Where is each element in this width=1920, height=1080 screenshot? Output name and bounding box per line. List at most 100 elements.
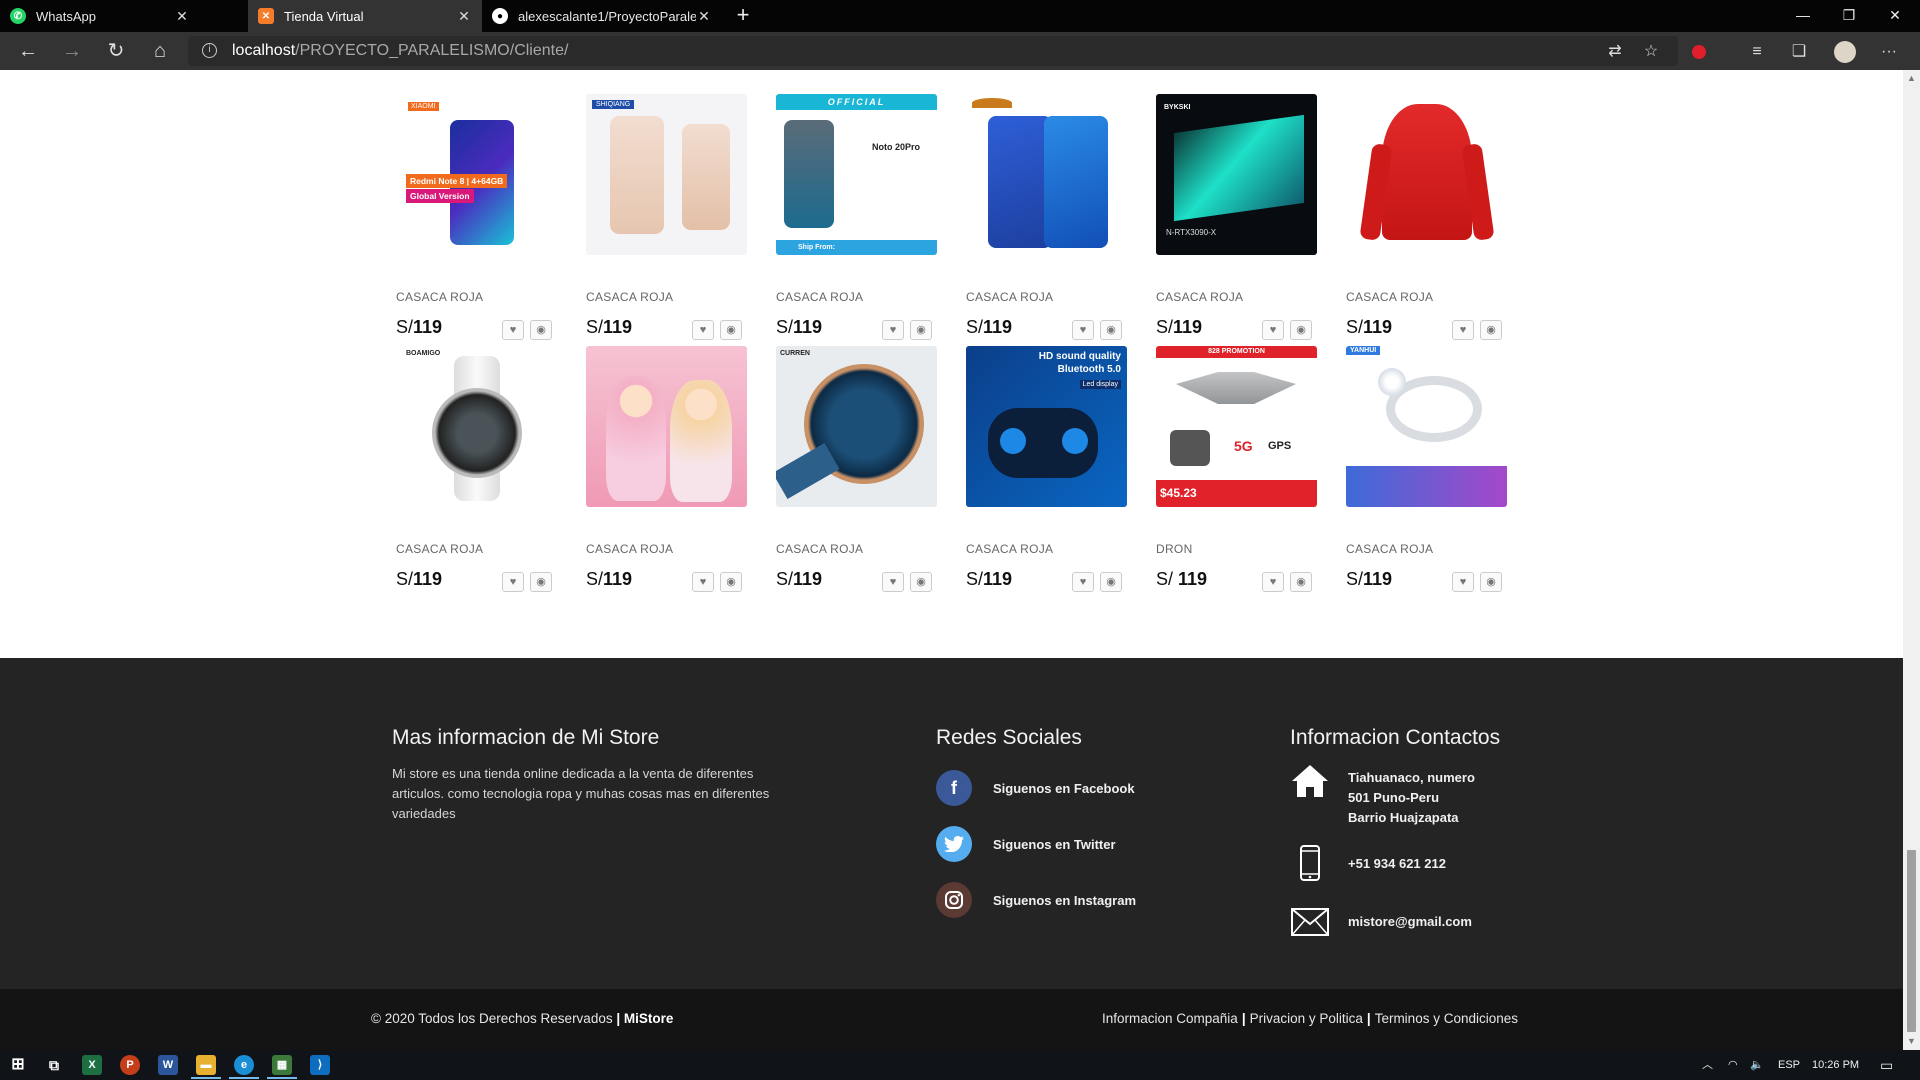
- product-name[interactable]: DRON: [1156, 542, 1193, 556]
- tray-chevron-icon[interactable]: ︿: [1702, 1050, 1713, 1080]
- close-icon[interactable]: ✕: [174, 8, 190, 25]
- task-view-icon[interactable]: ⧉: [44, 1055, 64, 1075]
- product-image[interactable]: CURREN: [776, 346, 937, 507]
- close-icon[interactable]: ✕: [696, 8, 712, 25]
- heart-icon[interactable]: ♥: [692, 572, 714, 592]
- link-informacion-compania[interactable]: Informacion Compañia: [1102, 1011, 1238, 1026]
- product-image[interactable]: [586, 346, 747, 507]
- more-menu-icon[interactable]: ···: [1878, 41, 1900, 63]
- product-name[interactable]: CASACA ROJA: [1346, 542, 1433, 556]
- eye-icon[interactable]: ◉: [720, 320, 742, 340]
- product-card[interactable]: BOAMIGO CASACA ROJA S/119 ♥ ◉: [390, 346, 560, 592]
- product-card[interactable]: BYKSKI N-RTX3090-X CASACA ROJA S/119 ♥ ◉: [1150, 94, 1320, 340]
- restore-button[interactable]: ❐: [1826, 0, 1872, 32]
- product-card[interactable]: CASACA ROJA S/119 ♥ ◉: [1340, 94, 1510, 340]
- eye-icon[interactable]: ◉: [910, 320, 932, 340]
- email-address[interactable]: mistore@gmail.com: [1348, 912, 1472, 932]
- word-icon[interactable]: W: [158, 1055, 178, 1075]
- product-image[interactable]: YANHUI: [1346, 346, 1507, 507]
- product-name[interactable]: CASACA ROJA: [586, 290, 673, 304]
- link-privacion-politica[interactable]: Privacion y Politica: [1250, 1011, 1363, 1026]
- tab-whatsapp[interactable]: ✆ WhatsApp ✕: [0, 0, 200, 32]
- close-icon[interactable]: ✕: [456, 8, 472, 25]
- product-card[interactable]: CASACA ROJA S/119 ♥ ◉: [580, 346, 750, 592]
- product-name[interactable]: CASACA ROJA: [966, 290, 1053, 304]
- notifications-icon[interactable]: ▭: [1880, 1050, 1893, 1080]
- eye-icon[interactable]: ◉: [720, 572, 742, 592]
- link-terminos-condiciones[interactable]: Terminos y Condiciones: [1375, 1011, 1518, 1026]
- product-card[interactable]: XIAOMI Redmi Note 8 | 4+64GB Global Vers…: [390, 94, 560, 340]
- heart-icon[interactable]: ♥: [502, 320, 524, 340]
- eye-icon[interactable]: ◉: [1480, 572, 1502, 592]
- social-instagram[interactable]: Siguenos en Instagram: [936, 881, 1136, 919]
- excel-icon[interactable]: X: [82, 1055, 102, 1075]
- product-image[interactable]: [1346, 94, 1507, 255]
- app-icon[interactable]: ▦: [272, 1055, 292, 1075]
- heart-icon[interactable]: ♥: [1262, 572, 1284, 592]
- product-name[interactable]: CASACA ROJA: [1346, 290, 1433, 304]
- heart-icon[interactable]: ♥: [1072, 320, 1094, 340]
- new-tab-button[interactable]: +: [730, 3, 756, 29]
- heart-icon[interactable]: ♥: [1262, 320, 1284, 340]
- heart-icon[interactable]: ♥: [1072, 572, 1094, 592]
- product-name[interactable]: CASACA ROJA: [396, 542, 483, 556]
- volume-icon[interactable]: 🔈: [1750, 1050, 1764, 1080]
- back-icon[interactable]: ←: [14, 37, 42, 65]
- site-info-icon[interactable]: i: [202, 43, 217, 58]
- eye-icon[interactable]: ◉: [910, 572, 932, 592]
- translate-icon[interactable]: ⇄: [1604, 41, 1626, 63]
- social-facebook[interactable]: f Siguenos en Facebook: [936, 769, 1135, 807]
- product-image[interactable]: OFFICIAL Noto 20Pro Ship From:: [776, 94, 937, 255]
- tab-tienda-virtual[interactable]: ✕ Tienda Virtual ✕: [248, 0, 482, 32]
- eye-icon[interactable]: ◉: [1290, 572, 1312, 592]
- social-twitter[interactable]: Siguenos en Twitter: [936, 825, 1116, 863]
- product-image[interactable]: XIAOMI Redmi Note 8 | 4+64GB Global Vers…: [396, 94, 557, 255]
- heart-icon[interactable]: ♥: [502, 572, 524, 592]
- product-image[interactable]: SHIQIANG: [586, 94, 747, 255]
- favorites-list-icon[interactable]: ≡: [1746, 41, 1768, 63]
- page-scrollbar[interactable]: ▲ ▼: [1903, 70, 1920, 1050]
- wifi-icon[interactable]: ◠: [1728, 1050, 1738, 1080]
- refresh-icon[interactable]: ↻: [102, 37, 130, 65]
- forward-icon[interactable]: →: [58, 37, 86, 65]
- tab-github[interactable]: ● alexescalante1/ProyectoParalelismo ✕: [482, 0, 722, 32]
- language-indicator[interactable]: ESP: [1778, 1050, 1800, 1080]
- product-name[interactable]: CASACA ROJA: [966, 542, 1053, 556]
- product-image[interactable]: [966, 94, 1127, 255]
- profile-avatar[interactable]: [1834, 41, 1856, 63]
- close-window-button[interactable]: ✕: [1872, 0, 1918, 32]
- home-icon[interactable]: ⌂: [146, 37, 174, 65]
- product-name[interactable]: CASACA ROJA: [586, 542, 673, 556]
- eye-icon[interactable]: ◉: [1290, 320, 1312, 340]
- product-name[interactable]: CASACA ROJA: [1156, 290, 1243, 304]
- product-card[interactable]: YANHUI CASACA ROJA S/119 ♥ ◉: [1340, 346, 1510, 592]
- clock[interactable]: 10:26 PM: [1812, 1050, 1859, 1080]
- heart-icon[interactable]: ♥: [692, 320, 714, 340]
- extension-icon[interactable]: [1688, 41, 1710, 63]
- product-image[interactable]: BYKSKI N-RTX3090-X: [1156, 94, 1317, 255]
- file-explorer-icon[interactable]: ▬: [196, 1055, 216, 1075]
- scroll-down-icon[interactable]: ▼: [1903, 1033, 1920, 1050]
- product-name[interactable]: CASACA ROJA: [396, 290, 483, 304]
- product-card[interactable]: SHIQIANG CASACA ROJA S/119 ♥ ◉: [580, 94, 750, 340]
- eye-icon[interactable]: ◉: [530, 572, 552, 592]
- eye-icon[interactable]: ◉: [1100, 572, 1122, 592]
- product-image[interactable]: HD sound quality Bluetooth 5.0 Led displa…: [966, 346, 1127, 507]
- product-image[interactable]: BOAMIGO: [396, 346, 557, 507]
- product-card[interactable]: 828 PROMOTION 5G GPS $45.23 DRON S/ 119 …: [1150, 346, 1320, 592]
- heart-icon[interactable]: ♥: [882, 572, 904, 592]
- vscode-icon[interactable]: ⟩: [310, 1055, 330, 1075]
- favorite-star-icon[interactable]: ☆: [1640, 41, 1662, 63]
- windows-start-icon[interactable]: ⊞: [8, 1055, 28, 1075]
- scroll-up-icon[interactable]: ▲: [1903, 70, 1920, 87]
- url-field[interactable]: i localhost/PROYECTO_PARALELISMO/Cliente…: [188, 36, 1678, 66]
- powerpoint-icon[interactable]: P: [120, 1055, 140, 1075]
- scroll-thumb[interactable]: [1907, 850, 1916, 1032]
- eye-icon[interactable]: ◉: [1480, 320, 1502, 340]
- eye-icon[interactable]: ◉: [1100, 320, 1122, 340]
- product-card[interactable]: CASACA ROJA S/119 ♥ ◉: [960, 94, 1130, 340]
- heart-icon[interactable]: ♥: [882, 320, 904, 340]
- heart-icon[interactable]: ♥: [1452, 572, 1474, 592]
- heart-icon[interactable]: ♥: [1452, 320, 1474, 340]
- edge-icon[interactable]: e: [234, 1055, 254, 1075]
